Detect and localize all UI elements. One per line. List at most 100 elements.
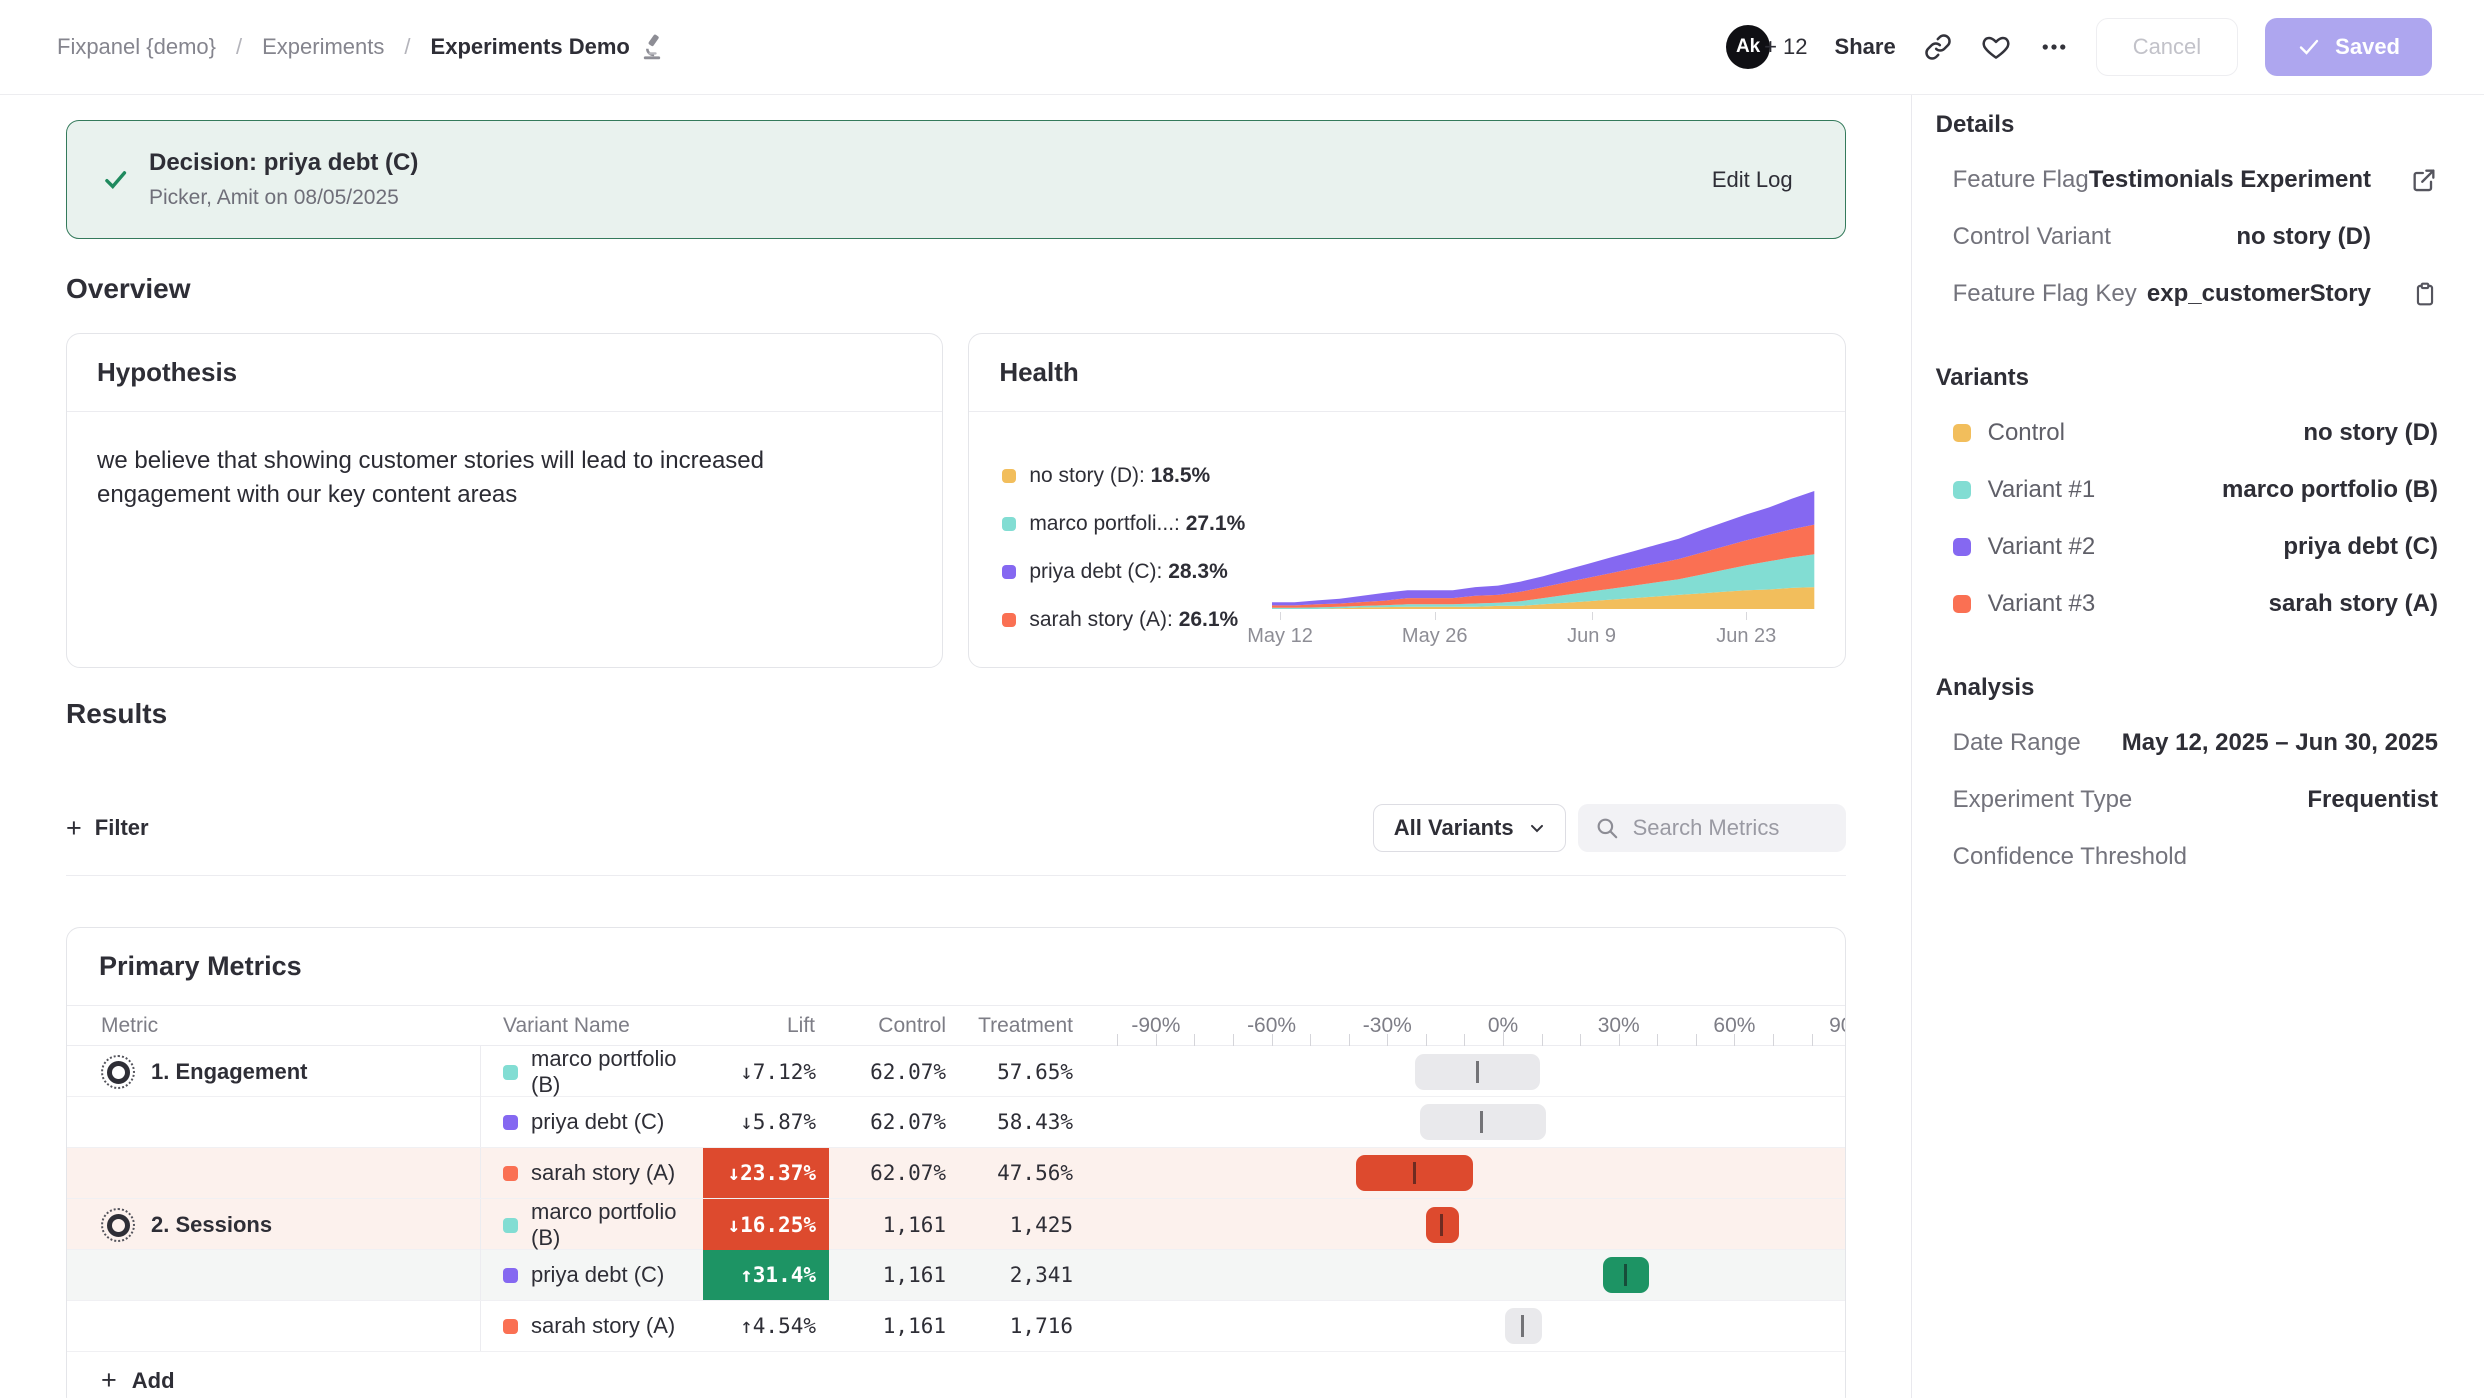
analysis-label: Date Range: [1953, 729, 2081, 757]
ci-marker: [1521, 1315, 1524, 1337]
x-axis-tick: [1435, 612, 1436, 620]
axis-label: 90%: [1829, 1014, 1846, 1038]
more-menu-button[interactable]: [2039, 32, 2069, 62]
copy-link-button[interactable]: [1923, 32, 1953, 62]
chevron-down-icon: [1527, 818, 1547, 838]
lift-axis: -90%-60%-30%0%30%60%90%: [1087, 1006, 1845, 1046]
saved-button-label: Saved: [2335, 34, 2400, 60]
breadcrumb-separator: /: [236, 34, 242, 60]
axis-tick: [1310, 1034, 1311, 1046]
link-icon: [1923, 32, 1953, 62]
goal-icon: [101, 1055, 135, 1089]
heart-icon: [1980, 32, 2012, 62]
goal-icon: [101, 1208, 135, 1242]
col-variant: Variant Name: [481, 1014, 703, 1038]
x-axis-label: May 12: [1247, 625, 1313, 648]
sidebar-detail-row: Feature Flag Keyexp_customerStory: [1936, 265, 2454, 322]
table-row[interactable]: 2. Sessionsmarco portfolio (B)↓16.25%1,1…: [67, 1199, 1845, 1250]
cancel-button[interactable]: Cancel: [2096, 18, 2238, 76]
axis-tick: [1657, 1034, 1658, 1046]
search-icon: [1594, 815, 1620, 841]
axis-tick: [1734, 1034, 1735, 1046]
metrics-table-body: 1. Engagementmarco portfolio (B)↓7.12%62…: [67, 1046, 1845, 1352]
legend-swatch: [1002, 469, 1016, 483]
legend-label: priya debt (C): 28.3%: [1029, 560, 1227, 584]
variant-label: priya debt (C): [531, 1262, 664, 1288]
table-row[interactable]: sarah story (A)↑4.54%1,1611,716: [67, 1301, 1845, 1352]
variant-swatch: [503, 1218, 518, 1233]
external-link-icon[interactable]: [2410, 166, 2438, 194]
legend-item: sarah story (A): 26.1%: [1002, 596, 1264, 644]
lift-value: ↑4.54%: [703, 1301, 829, 1351]
details-sidebar: Details Feature FlagTestimonials Experim…: [1911, 95, 2484, 1398]
breadcrumb-experiments[interactable]: Experiments: [262, 34, 384, 60]
col-metric: Metric: [67, 1014, 481, 1038]
clipboard-icon-slot: [2386, 280, 2438, 308]
axis-tick: [1464, 1034, 1465, 1046]
x-axis-label: Jun 9: [1567, 625, 1616, 648]
sidebar-variant-row: Controlno story (D): [1936, 404, 2454, 461]
external-link-icon-slot: [2386, 166, 2438, 194]
control-value: 62.07%: [829, 1097, 948, 1147]
clipboard-icon[interactable]: [2412, 280, 2438, 308]
axis-tick: [1542, 1034, 1543, 1046]
table-row[interactable]: priya debt (C)↑31.4%1,1612,341: [67, 1250, 1845, 1301]
primary-metrics-title: Primary Metrics: [67, 928, 1845, 1006]
add-metric-button[interactable]: + Add: [67, 1352, 1845, 1398]
legend-item: marco portfoli...: 27.1%: [1002, 500, 1264, 548]
variant-slot-label: Control: [1988, 419, 2065, 447]
hypothesis-card: Hypothesis we believe that showing custo…: [66, 333, 943, 668]
legend-item: priya debt (C): 28.3%: [1002, 548, 1264, 596]
treatment-value: 1,716: [948, 1301, 1087, 1351]
variants-dropdown[interactable]: All Variants: [1373, 804, 1566, 852]
x-axis-tick: [1746, 612, 1747, 620]
legend-item: no story (D): 18.5%: [1002, 452, 1264, 500]
metric-cell: [67, 1250, 481, 1300]
share-button[interactable]: Share: [1835, 34, 1896, 60]
breadcrumb-project[interactable]: Fixpanel {demo}: [57, 34, 216, 60]
axis-tick: [1387, 1034, 1388, 1046]
col-control: Control: [829, 1014, 948, 1038]
add-metric-label: Add: [132, 1368, 175, 1394]
treatment-value: 1,425: [948, 1199, 1087, 1251]
table-row[interactable]: priya debt (C)↓5.87%62.07%58.43%: [67, 1097, 1845, 1148]
plus-icon: +: [101, 1367, 117, 1394]
favorite-button[interactable]: [1980, 32, 2012, 62]
variant-swatch: [503, 1319, 518, 1334]
main-content: Decision: priya debt (C) Picker, Amit on…: [0, 95, 1911, 1398]
variant-slot-label: Variant #3: [1988, 590, 2096, 618]
variant-slot-label: Variant #1: [1988, 476, 2096, 504]
results-heading: Results: [66, 698, 1846, 730]
variant-label: marco portfolio (B): [531, 1046, 703, 1098]
metrics-table-header: Metric Variant Name Lift Control Treatme…: [67, 1006, 1845, 1046]
ci-marker: [1480, 1111, 1483, 1133]
treatment-value: 2,341: [948, 1250, 1087, 1300]
table-row[interactable]: sarah story (A)↓23.37%62.07%47.56%: [67, 1148, 1845, 1199]
axis-tick: [1696, 1034, 1697, 1046]
edit-log-button[interactable]: Edit Log: [1712, 167, 1793, 193]
saved-button[interactable]: Saved: [2265, 18, 2432, 76]
details-heading: Details: [1936, 109, 2454, 141]
legend-swatch: [1002, 613, 1016, 627]
collaborators-count[interactable]: + 12: [1764, 34, 1807, 60]
analysis-value: May 12, 2025 – Jun 30, 2025: [2122, 729, 2438, 757]
metrics-search[interactable]: [1578, 804, 1846, 852]
page-title: Experiments Demo: [431, 34, 630, 60]
variants-dropdown-label: All Variants: [1394, 815, 1514, 841]
table-row[interactable]: 1. Engagementmarco portfolio (B)↓7.12%62…: [67, 1046, 1845, 1097]
confidence-interval-cell: [1087, 1301, 1845, 1351]
variant-swatch: [503, 1166, 518, 1181]
sidebar-analysis-row: Date Range May 12, 2025 – Jun 30, 2025: [1936, 714, 2454, 771]
variant-swatch: [1953, 595, 1971, 613]
search-input[interactable]: [1633, 815, 1823, 841]
detail-label: Feature Flag: [1953, 166, 2089, 194]
decision-title: Decision: priya debt (C): [149, 149, 418, 177]
metric-cell: [67, 1097, 481, 1147]
metric-label: 1. Engagement: [151, 1059, 307, 1085]
axis-tick: [1117, 1034, 1118, 1046]
variant-swatch: [1953, 424, 1971, 442]
breadcrumb-current[interactable]: Experiments Demo: [431, 33, 664, 61]
stacked-area-chart: [1272, 484, 1814, 610]
add-filter-button[interactable]: + Filter: [66, 815, 149, 842]
variant-cell: priya debt (C): [481, 1097, 703, 1147]
